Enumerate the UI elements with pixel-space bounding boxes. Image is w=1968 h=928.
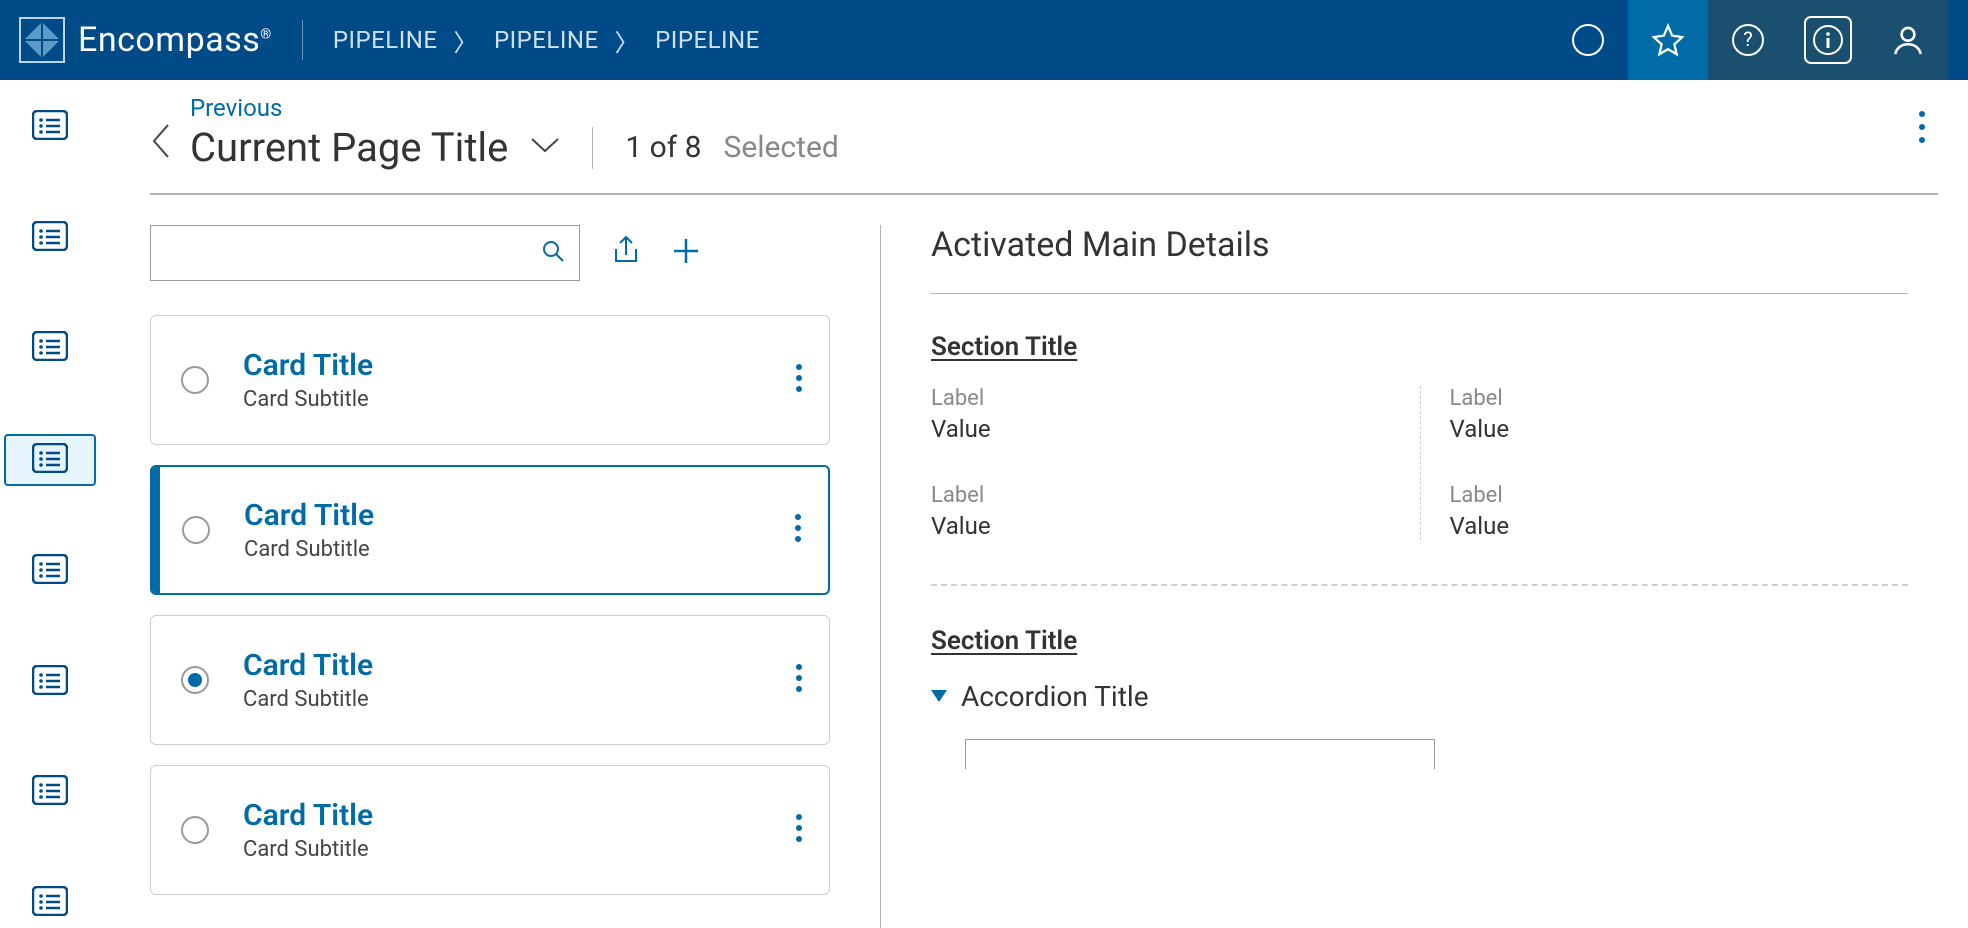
rail-item[interactable] bbox=[4, 213, 96, 264]
kv-item: Label Value bbox=[931, 483, 1390, 540]
card-title: Card Title bbox=[244, 498, 760, 533]
previous-link[interactable]: Previous bbox=[190, 94, 839, 122]
rail-item[interactable] bbox=[4, 323, 96, 374]
chevron-right-icon: 〉 bbox=[615, 23, 640, 58]
list-icon bbox=[32, 221, 68, 255]
separator bbox=[302, 20, 303, 60]
list-icon bbox=[32, 886, 68, 920]
separator bbox=[880, 225, 881, 928]
search-field[interactable] bbox=[165, 241, 541, 265]
page-header: Previous Current Page Title 1 of 8 Selec… bbox=[150, 80, 1938, 195]
rail-item[interactable] bbox=[4, 102, 96, 153]
add-button[interactable] bbox=[672, 237, 700, 269]
card-item[interactable]: Card Title Card Subtitle bbox=[150, 765, 830, 895]
svg-text:?: ? bbox=[1743, 27, 1752, 51]
more-menu-button[interactable] bbox=[1918, 110, 1926, 148]
card-item[interactable]: Card Title Card Subtitle bbox=[150, 315, 830, 445]
kv-item: Label Value bbox=[931, 386, 1390, 443]
rail-item[interactable] bbox=[4, 656, 96, 707]
card-title: Card Title bbox=[243, 348, 761, 383]
list-icon bbox=[32, 110, 68, 144]
kv-label: Label bbox=[1450, 386, 1909, 411]
card-list: Card Title Card Subtitle Card Title Card… bbox=[150, 315, 830, 895]
breadcrumb-item[interactable]: PIPELINE bbox=[494, 26, 599, 54]
count-text: 1 of 8 bbox=[625, 130, 701, 165]
breadcrumb-item[interactable]: PIPELINE bbox=[655, 26, 760, 54]
kv-value: Value bbox=[1450, 415, 1909, 443]
list-icon bbox=[32, 331, 68, 365]
separator bbox=[1420, 386, 1421, 540]
section-title: Section Title bbox=[931, 626, 1908, 656]
rail-item[interactable] bbox=[4, 546, 96, 597]
separator bbox=[931, 584, 1908, 586]
separator bbox=[592, 127, 593, 169]
chevron-down-icon[interactable] bbox=[530, 137, 560, 159]
kv-label: Label bbox=[1450, 483, 1909, 508]
list-icon bbox=[32, 443, 68, 477]
radio-button[interactable] bbox=[181, 366, 209, 394]
selected-text: Selected bbox=[724, 130, 839, 165]
search-input[interactable] bbox=[150, 225, 580, 281]
search-icon bbox=[541, 239, 565, 267]
kv-item: Label Value bbox=[1450, 386, 1909, 443]
kv-value: Value bbox=[1450, 512, 1909, 540]
accordion-header[interactable]: Accordion Title bbox=[931, 680, 1908, 713]
left-rail bbox=[0, 80, 100, 928]
radio-button[interactable] bbox=[182, 516, 210, 544]
list-icon bbox=[32, 554, 68, 588]
rail-item[interactable] bbox=[4, 767, 96, 818]
brand[interactable]: Encompass® bbox=[18, 16, 272, 64]
card-subtitle: Card Subtitle bbox=[243, 837, 761, 862]
card-more-icon[interactable] bbox=[795, 813, 803, 847]
rail-item[interactable] bbox=[4, 878, 96, 928]
info-icon[interactable] bbox=[1788, 0, 1868, 80]
card-item-selected[interactable]: Card Title Card Subtitle bbox=[150, 465, 830, 595]
card-more-icon[interactable] bbox=[794, 513, 802, 547]
back-button[interactable] bbox=[150, 123, 172, 171]
help-icon[interactable]: ? bbox=[1708, 0, 1788, 80]
accordion-input-box[interactable] bbox=[965, 739, 1435, 769]
caret-down-icon bbox=[931, 687, 947, 706]
accordion-title: Accordion Title bbox=[961, 680, 1149, 713]
card-title: Card Title bbox=[243, 798, 761, 833]
export-button[interactable] bbox=[610, 235, 642, 271]
star-icon[interactable] bbox=[1628, 0, 1708, 80]
user-icon[interactable] bbox=[1868, 0, 1948, 80]
kv-label: Label bbox=[931, 483, 1390, 508]
kv-grid: Label Value Label Value Label Value La bbox=[931, 386, 1908, 580]
kv-value: Value bbox=[931, 415, 1390, 443]
card-subtitle: Card Subtitle bbox=[243, 687, 761, 712]
radio-button[interactable] bbox=[181, 816, 209, 844]
list-icon bbox=[32, 775, 68, 809]
breadcrumb-item[interactable]: PIPELINE bbox=[333, 26, 438, 54]
section-title: Section Title bbox=[931, 332, 1908, 362]
brand-logo-icon bbox=[18, 16, 66, 64]
page-title: Current Page Title bbox=[190, 124, 508, 171]
app-header: Encompass® PIPELINE 〉 PIPELINE 〉 PIPELIN… bbox=[0, 0, 1968, 80]
card-title: Card Title bbox=[243, 648, 761, 683]
chevron-right-icon: 〉 bbox=[453, 23, 478, 58]
radio-button-checked[interactable] bbox=[181, 666, 209, 694]
breadcrumbs: PIPELINE 〉 PIPELINE 〉 PIPELINE bbox=[333, 23, 760, 58]
kv-item: Label Value bbox=[1450, 483, 1909, 540]
card-more-icon[interactable] bbox=[795, 663, 803, 697]
details-title: Activated Main Details bbox=[931, 225, 1908, 265]
separator bbox=[931, 293, 1908, 294]
card-subtitle: Card Subtitle bbox=[243, 387, 761, 412]
kv-value: Value bbox=[931, 512, 1390, 540]
rail-item-active[interactable] bbox=[4, 434, 96, 486]
kv-label: Label bbox=[931, 386, 1390, 411]
list-icon bbox=[32, 665, 68, 699]
circle-icon[interactable] bbox=[1548, 0, 1628, 80]
card-item[interactable]: Card Title Card Subtitle bbox=[150, 615, 830, 745]
card-more-icon[interactable] bbox=[795, 363, 803, 397]
card-subtitle: Card Subtitle bbox=[244, 537, 760, 562]
brand-name: Encompass® bbox=[78, 20, 272, 60]
